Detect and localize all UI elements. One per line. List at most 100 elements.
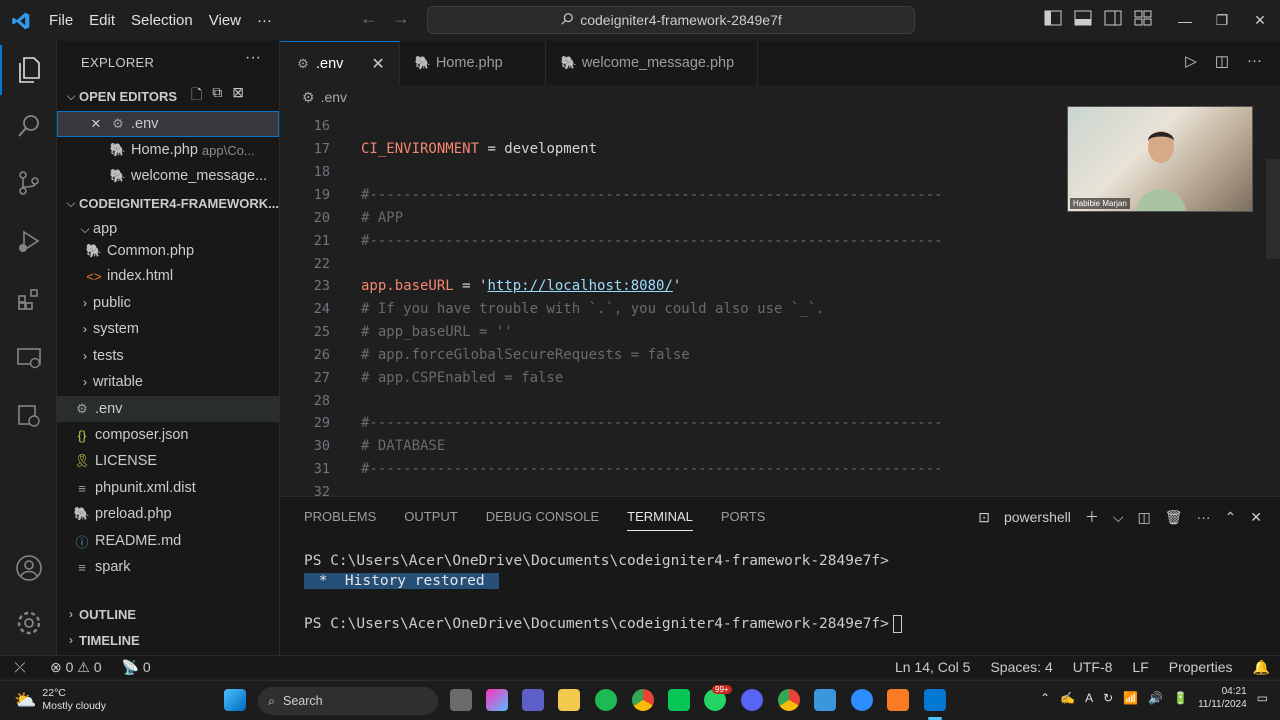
open-editors-header[interactable]: ⌵ OPEN EDITORS 🗋 ⧉ ⊠ <box>57 83 279 109</box>
forward-arrow-icon[interactable]: → <box>392 8 410 29</box>
tab-terminal[interactable]: TERMINAL <box>627 509 693 531</box>
trash-icon[interactable]: 🗑 <box>1165 509 1183 526</box>
remote-explorer-icon[interactable] <box>0 333 57 383</box>
menu-view[interactable]: View <box>201 0 249 41</box>
taskbar-search[interactable]: ⌕ Search <box>258 687 438 715</box>
settings-gear-icon[interactable] <box>0 598 57 648</box>
close-all-icon[interactable]: ⊠ <box>232 84 244 108</box>
language-mode[interactable]: Properties <box>1159 659 1243 675</box>
clock[interactable]: 04:21 11/11/2024 <box>1198 685 1247 711</box>
app-icon[interactable] <box>814 689 836 711</box>
copilot-icon[interactable] <box>486 689 508 711</box>
file-env[interactable]: ⚙ .env <box>57 396 279 422</box>
menu-selection[interactable]: Selection <box>123 0 201 41</box>
run-icon[interactable]: ▷ <box>1185 52 1197 70</box>
explorer-more-icon[interactable]: ··· <box>245 49 261 67</box>
ports-status[interactable]: 📡 0 <box>112 659 161 676</box>
search-view-icon[interactable] <box>0 101 57 151</box>
docker-icon[interactable] <box>0 391 57 441</box>
restore-icon[interactable]: ❐ <box>1205 0 1239 41</box>
shell-name[interactable]: powershell <box>1004 509 1071 525</box>
folder-writable[interactable]: › writable <box>57 369 279 395</box>
tab-welcome-message[interactable]: 🐘 welcome_message.php <box>546 41 758 85</box>
open-editor-home[interactable]: 🐘 Home.php app\Co... <box>57 137 279 163</box>
file-phpunit[interactable]: ≡ phpunit.xml.dist <box>57 475 279 501</box>
file-common[interactable]: 🐘 Common.php <box>57 238 279 264</box>
customize-layout-icon[interactable] <box>1134 10 1152 29</box>
bell-icon[interactable]: 🔔 <box>1243 659 1280 676</box>
file-preload[interactable]: 🐘 preload.php <box>57 501 279 527</box>
tab-ports[interactable]: PORTS <box>721 509 766 531</box>
volume-icon[interactable]: 🔊 <box>1148 691 1163 705</box>
folder-tests[interactable]: › tests <box>57 343 279 369</box>
close-window-icon[interactable]: ✕ <box>1243 0 1277 41</box>
minimize-icon[interactable]: — <box>1168 0 1202 41</box>
close-tab-icon[interactable]: ✕ <box>371 54 384 74</box>
tab-output[interactable]: OUTPUT <box>404 509 457 531</box>
source-control-icon[interactable] <box>0 158 57 208</box>
tab-home[interactable]: 🐘 Home.php <box>400 41 546 85</box>
file-index[interactable]: <> index.html <box>57 263 279 289</box>
menu-edit[interactable]: Edit <box>81 0 123 41</box>
wifi-icon[interactable]: 📶 <box>1123 691 1138 705</box>
project-header[interactable]: ⌵ CODEIGNITER4-FRAMEWORK... <box>57 190 279 216</box>
back-arrow-icon[interactable]: ← <box>360 8 378 29</box>
save-all-icon[interactable]: ⧉ <box>212 84 222 108</box>
update-icon[interactable]: ↻ <box>1103 691 1113 705</box>
line-icon[interactable] <box>668 689 690 711</box>
teams-icon[interactable] <box>522 689 544 711</box>
explorer-icon[interactable] <box>0 45 57 95</box>
run-debug-icon[interactable] <box>0 216 57 266</box>
file-composer[interactable]: {} composer.json <box>57 422 279 448</box>
vscode-taskbar-icon[interactable] <box>924 689 946 711</box>
menu-more[interactable]: ··· <box>249 0 280 41</box>
chevron-down-icon[interactable]: ⌵ <box>1113 509 1124 526</box>
file-readme[interactable]: ⓘ README.md <box>57 528 279 554</box>
split-terminal-icon[interactable]: ◫ <box>1138 509 1151 526</box>
base-url-link[interactable]: http://localhost:8080/ <box>487 278 672 294</box>
close-icon[interactable]: ✕ <box>87 116 105 132</box>
toggle-secondary-sidebar-icon[interactable] <box>1104 10 1122 29</box>
indentation[interactable]: Spaces: 4 <box>980 659 1062 675</box>
toggle-sidebar-icon[interactable] <box>1044 10 1062 29</box>
menu-file[interactable]: File <box>41 0 81 41</box>
open-editor-welcome[interactable]: 🐘 welcome_message... <box>57 163 279 189</box>
chrome-icon[interactable] <box>632 689 654 711</box>
breadcrumb-file[interactable]: .env <box>321 89 347 105</box>
close-panel-icon[interactable]: ✕ <box>1250 509 1262 526</box>
new-file-icon[interactable]: 🗋 <box>191 84 202 108</box>
new-terminal-icon[interactable]: ＋ <box>1085 507 1099 527</box>
xampp-icon[interactable] <box>887 689 909 711</box>
remote-indicator-icon[interactable]: ⤫ <box>0 659 40 676</box>
split-editor-icon[interactable]: ◫ <box>1215 52 1229 70</box>
file-spark[interactable]: ≡ spark <box>57 554 279 580</box>
terminal-current-prompt[interactable]: PS C:\Users\Acer\OneDrive\Documents\code… <box>304 615 902 633</box>
cursor-position[interactable]: Ln 14, Col 5 <box>885 659 981 675</box>
folder-system[interactable]: › system <box>57 316 279 342</box>
folder-public[interactable]: › public <box>57 290 279 316</box>
editor-scrollbar[interactable] <box>1266 159 1280 259</box>
tab-env[interactable]: ⚙ .env ✕ <box>280 41 400 85</box>
weather-widget[interactable]: ⛅ 22°C Mostly cloudy <box>14 687 106 713</box>
account-icon[interactable] <box>0 543 57 593</box>
command-center[interactable]: codeigniter4-framework-2849e7f <box>427 6 915 34</box>
outline-header[interactable]: › OUTLINE <box>57 601 279 627</box>
timeline-header[interactable]: › TIMELINE <box>57 627 279 653</box>
open-editor-env[interactable]: ✕ ⚙ .env <box>57 111 279 137</box>
toggle-panel-icon[interactable] <box>1074 10 1092 29</box>
pen-icon[interactable]: ✍ <box>1060 691 1075 705</box>
file-explorer-icon[interactable] <box>558 689 580 711</box>
notifications-icon[interactable]: ▭ <box>1257 691 1268 705</box>
maximize-panel-icon[interactable]: ⌃ <box>1225 509 1237 526</box>
task-view-icon[interactable] <box>450 689 472 711</box>
zoom-icon[interactable] <box>851 689 873 711</box>
battery-icon[interactable]: 🔋 <box>1173 691 1188 705</box>
encoding[interactable]: UTF-8 <box>1063 659 1123 675</box>
end-of-line[interactable]: LF <box>1122 659 1158 675</box>
file-license[interactable]: 🎗 LICENSE <box>57 448 279 474</box>
chevron-up-icon[interactable]: ⌃ <box>1040 691 1050 705</box>
language-icon[interactable]: A <box>1085 691 1093 705</box>
tab-debug-console[interactable]: DEBUG CONSOLE <box>486 509 599 531</box>
more-actions-icon[interactable]: ··· <box>1197 509 1211 525</box>
problems-status[interactable]: ⊗ 0 ⚠ 0 <box>40 659 112 676</box>
